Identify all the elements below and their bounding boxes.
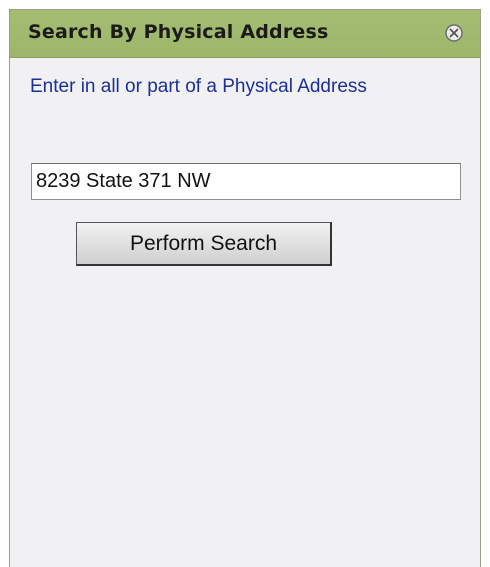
close-icon[interactable]: [444, 23, 464, 43]
panel-title: Search By Physical Address: [28, 21, 329, 43]
search-panel: Search By Physical Address Enter in all …: [9, 9, 481, 567]
address-search-input[interactable]: [31, 163, 461, 200]
perform-search-button[interactable]: Perform Search: [76, 222, 332, 266]
panel-header: Search By Physical Address: [10, 10, 480, 58]
instruction-text: Enter in all or part of a Physical Addre…: [30, 76, 367, 97]
